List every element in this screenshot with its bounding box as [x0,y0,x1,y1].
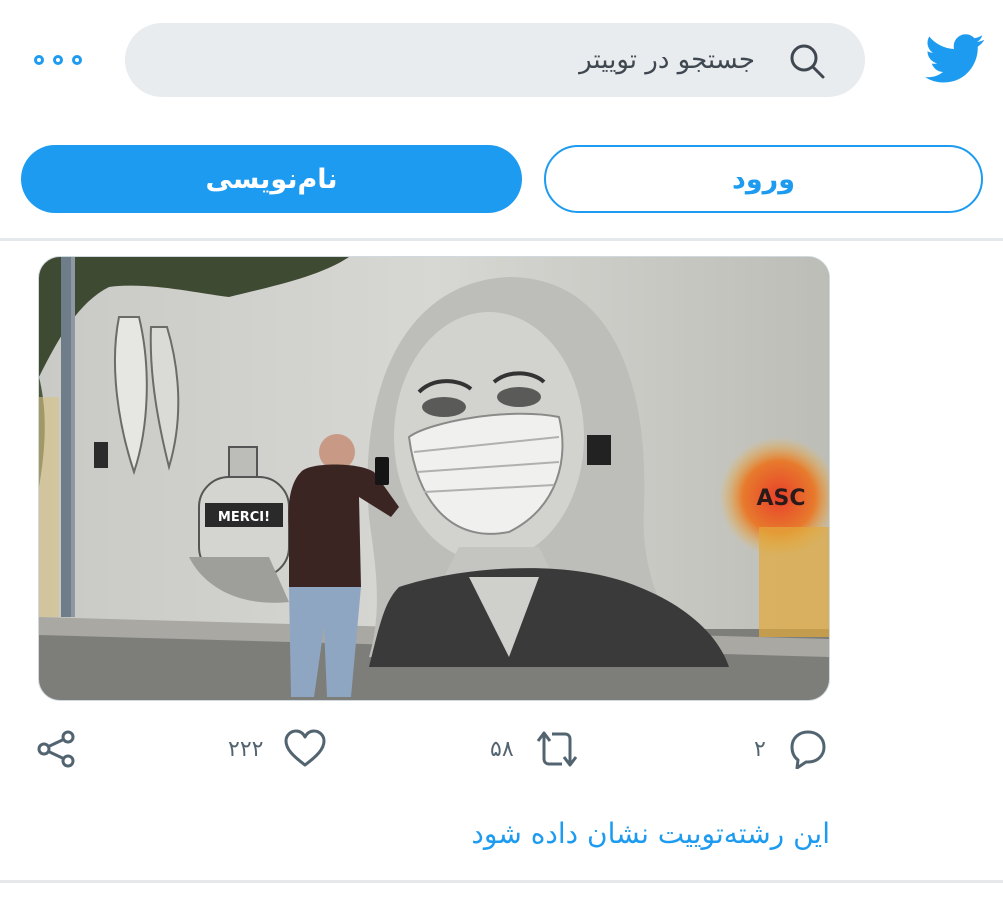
more-options-button[interactable] [34,48,82,72]
retweet-icon [536,731,577,767]
tweet-divider [0,880,1003,883]
reply-icon [790,730,826,769]
mural-photo: MERCI! ASC [39,257,829,700]
like-count: ۲۲۲ [228,736,264,762]
search-input[interactable] [195,23,755,97]
share-icon [37,730,75,768]
reply-action[interactable]: ۲ [754,726,828,772]
mural-sign-text: MERCI! [218,510,270,525]
more-dot [72,55,82,65]
show-thread-link[interactable]: این رشته‌توییت نشان داده شود [471,817,830,850]
top-bar [0,0,1003,120]
section-divider [0,238,1003,241]
search-bar[interactable] [125,23,865,97]
more-dot [34,55,44,65]
retweet-count: ۵۸ [490,736,514,762]
retweet-action[interactable]: ۵۸ [490,726,580,772]
share-action[interactable] [36,726,78,772]
tweet-media-photo[interactable]: MERCI! ASC [38,256,830,701]
signup-button[interactable]: نام‌نویسی [21,145,522,213]
twitter-bird-icon[interactable] [925,34,985,84]
like-action[interactable]: ۲۲۲ [228,726,327,772]
graffiti-tag-text: ASC [756,486,805,511]
login-button[interactable]: ورود [544,145,983,213]
search-icon [790,44,825,79]
reply-count: ۲ [754,736,766,762]
heart-icon [284,729,326,767]
more-dot [53,55,63,65]
